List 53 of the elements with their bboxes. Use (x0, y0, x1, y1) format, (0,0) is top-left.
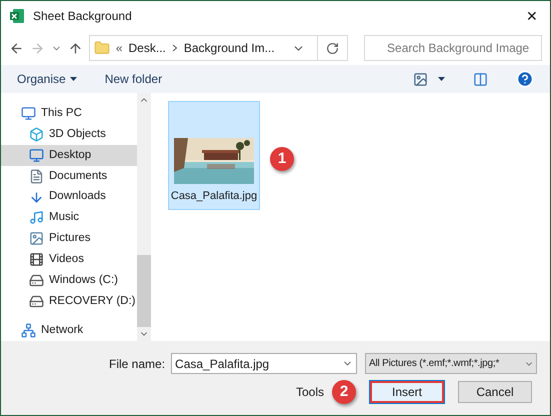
drive-icon (29, 294, 44, 310)
search-field[interactable]: Search Background Image (364, 35, 542, 61)
sidebar-item[interactable]: Documents (1, 166, 137, 187)
music-note-icon (29, 210, 44, 226)
breadcrumb-overflow[interactable]: « (116, 39, 123, 57)
cube-icon (29, 126, 44, 142)
sidebar-item[interactable]: This PC (1, 103, 137, 124)
monitor-icon (29, 148, 44, 163)
step-badge: 1 (270, 147, 294, 171)
folder-icon (94, 40, 110, 56)
address-bar[interactable]: « Desk... Background Im... (88, 35, 348, 61)
sidebar-item[interactable]: Desktop (1, 144, 137, 166)
sidebar-item[interactable]: Pictures (1, 228, 137, 250)
scrollbar[interactable] (137, 93, 151, 341)
breadcrumb-item[interactable]: Desk... (128, 39, 166, 57)
preview-pane-icon[interactable] (473, 72, 488, 86)
sidebar-item[interactable]: Network (1, 320, 137, 341)
view-icon[interactable] (413, 72, 428, 86)
chevron-right-icon (172, 44, 178, 52)
organise-menu[interactable]: Organise (17, 70, 77, 88)
file-item[interactable]: Casa_Palafita.jpg (168, 101, 260, 210)
help-icon[interactable] (516, 70, 534, 88)
file-type-dropdown[interactable]: All Pictures (*.emf;*.wmf;*.jpg;* (365, 353, 538, 374)
file-name-field[interactable]: Casa_Palafita.jpg (171, 353, 358, 374)
sidebar-item[interactable]: Music (1, 208, 137, 228)
network-icon (21, 323, 36, 338)
back-icon[interactable] (9, 40, 24, 56)
sidebar-item[interactable]: Videos (1, 249, 137, 270)
caret-icon (70, 77, 77, 81)
monitor-icon (21, 106, 36, 121)
image-icon (29, 231, 44, 246)
sidebar-item[interactable]: 3D Objects (1, 124, 137, 145)
caret-icon[interactable] (438, 77, 445, 81)
refresh-icon (326, 42, 340, 54)
sidebar-item[interactable]: Downloads (1, 186, 137, 208)
down-arrow-icon (29, 190, 44, 205)
new-folder-button[interactable]: New folder (104, 70, 162, 88)
file-name: Casa_Palafita.jpg (170, 189, 258, 204)
dialog-button[interactable]: Insert (370, 381, 444, 403)
step-badge: 2 (332, 380, 356, 404)
sidebar-item[interactable]: RECOVERY (D:) (1, 291, 137, 312)
breadcrumb-item[interactable]: Background Im... (184, 39, 275, 57)
film-icon (29, 252, 44, 268)
window-title: Sheet Background (33, 8, 133, 25)
spreadsheet-app-icon (9, 8, 25, 24)
dialog-button[interactable]: Cancel (458, 381, 532, 403)
tools-menu[interactable]: Tools (296, 383, 324, 401)
drive-icon (29, 273, 44, 288)
sidebar-item[interactable]: Windows (C:) (1, 270, 137, 292)
up-icon[interactable] (68, 40, 83, 56)
file-name-label: File name: (109, 356, 166, 372)
close-button[interactable]: ✕ (522, 6, 542, 26)
document-icon (29, 168, 44, 184)
